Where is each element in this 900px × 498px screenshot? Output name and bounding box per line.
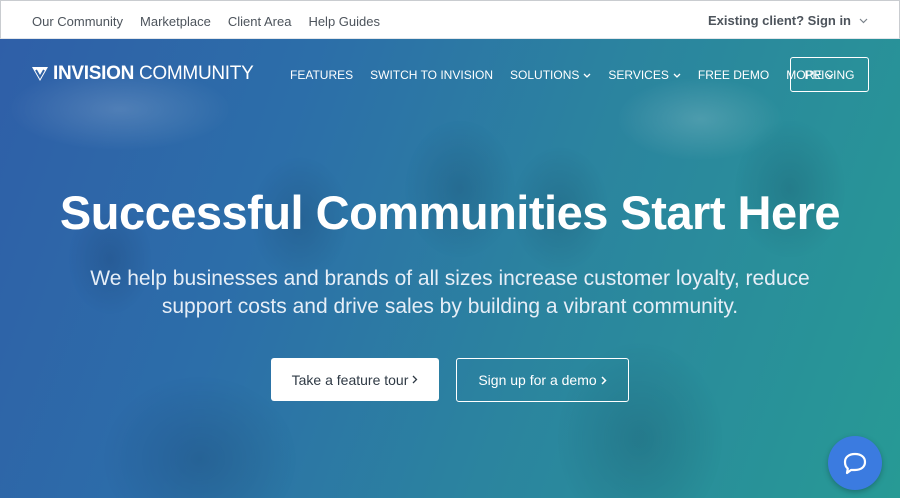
chevron-right-icon: [412, 375, 418, 384]
nav-item-label: FREE DEMO: [697, 68, 770, 82]
hero-section: INVISION COMMUNITY FEATURES SWITCH TO IN…: [0, 39, 900, 498]
brand-light: COMMUNITY: [134, 63, 254, 84]
top-link-client-area[interactable]: Client Area: [228, 14, 292, 29]
signup-demo-button[interactable]: Sign up for a demo: [456, 358, 629, 402]
nav-item-switch-to-invision[interactable]: SWITCH TO INVISION: [370, 68, 493, 82]
top-link-help-guides[interactable]: Help Guides: [308, 14, 380, 29]
top-link-marketplace[interactable]: Marketplace: [140, 14, 211, 29]
nav-item-features[interactable]: FEATURES: [290, 68, 353, 82]
feature-tour-button[interactable]: Take a feature tour: [271, 358, 439, 401]
main-nav: FEATURES SWITCH TO INVISION SOLUTIONS SE…: [290, 68, 834, 82]
chat-launcher-button[interactable]: [828, 436, 882, 490]
nav-item-services[interactable]: SERVICES: [608, 68, 681, 82]
nav-item-free-demo[interactable]: FREE DEMO: [698, 68, 769, 82]
chevron-down-icon: [583, 73, 591, 78]
top-links: Our Community Marketplace Client Area He…: [32, 14, 380, 29]
nav-item-label: SERVICES: [608, 68, 669, 82]
chat-bubble-icon: [843, 452, 867, 475]
brand-bold: INVISION: [53, 63, 135, 84]
top-link-our-community[interactable]: Our Community: [32, 14, 123, 29]
pricing-button[interactable]: PRICING: [790, 57, 869, 92]
top-utility-bar: Our Community Marketplace Client Area He…: [0, 0, 900, 39]
nav-item-solutions[interactable]: SOLUTIONS: [510, 68, 591, 82]
nav-item-label: FEATURES: [290, 68, 354, 82]
chevron-right-icon: [601, 375, 607, 385]
chevron-down-icon: [859, 18, 868, 23]
signup-demo-label: Sign up for a demo: [478, 372, 597, 388]
hero-subhead: We help businesses and brands of all siz…: [90, 267, 810, 318]
nav-item-label: SOLUTIONS: [510, 68, 580, 82]
invision-logo[interactable]: INVISION COMMUNITY: [31, 63, 254, 85]
brand-name: INVISION COMMUNITY: [53, 63, 254, 85]
invision-logo-icon: [32, 67, 48, 81]
hero-headline: Successful Communities Start Here: [59, 186, 841, 239]
signin-menu[interactable]: Existing client? Sign in: [708, 13, 868, 28]
chevron-down-icon: [673, 73, 681, 78]
feature-tour-label: Take a feature tour: [291, 371, 409, 388]
nav-item-label: SWITCH TO INVISION: [370, 68, 494, 82]
signin-label: Existing client? Sign in: [707, 13, 851, 28]
